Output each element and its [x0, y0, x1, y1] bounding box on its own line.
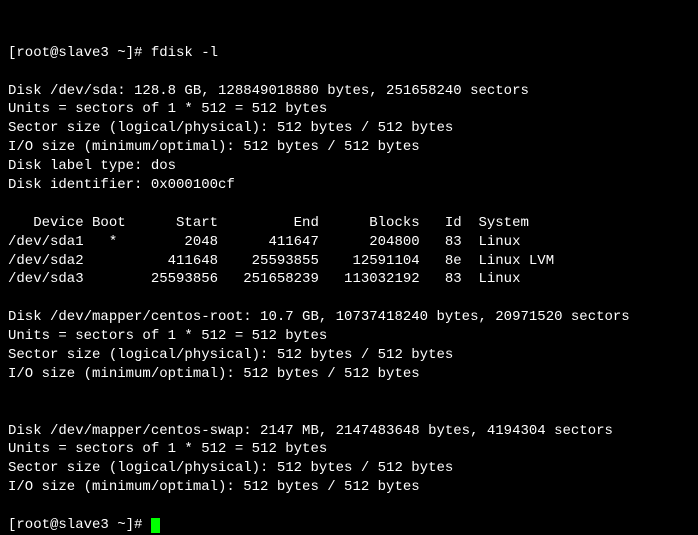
shell-prompt: [root@slave3 ~]#	[8, 45, 151, 61]
disk-root-io: I/O size (minimum/optimal): 512 bytes / …	[8, 366, 420, 382]
disk-sda-ident: Disk identifier: 0x000100cf	[8, 177, 235, 193]
prompt-line-2[interactable]: [root@slave3 ~]#	[8, 517, 160, 533]
disk-sda-header: Disk /dev/sda: 128.8 GB, 128849018880 by…	[8, 83, 529, 99]
disk-swap-io: I/O size (minimum/optimal): 512 bytes / …	[8, 479, 420, 495]
disk-swap-header: Disk /dev/mapper/centos-swap: 2147 MB, 2…	[8, 423, 613, 439]
disk-sda-io: I/O size (minimum/optimal): 512 bytes / …	[8, 139, 420, 155]
disk-root-units: Units = sectors of 1 * 512 = 512 bytes	[8, 328, 327, 344]
prompt-line: [root@slave3 ~]# fdisk -l	[8, 45, 218, 61]
disk-swap-units: Units = sectors of 1 * 512 = 512 bytes	[8, 441, 327, 457]
partition-row-sda1: /dev/sda1 * 2048 411647 204800 83 Linux	[8, 234, 520, 250]
disk-swap-sector: Sector size (logical/physical): 512 byte…	[8, 460, 453, 476]
partition-table-header: Device Boot Start End Blocks Id System	[8, 215, 529, 231]
disk-sda-label: Disk label type: dos	[8, 158, 176, 174]
partition-row-sda3: /dev/sda3 25593856 251658239 113032192 8…	[8, 271, 520, 287]
disk-root-header: Disk /dev/mapper/centos-root: 10.7 GB, 1…	[8, 309, 630, 325]
partition-row-sda2: /dev/sda2 411648 25593855 12591104 8e Li…	[8, 253, 554, 269]
disk-sda-sector: Sector size (logical/physical): 512 byte…	[8, 120, 453, 136]
terminal-cursor	[151, 518, 160, 533]
disk-sda-units: Units = sectors of 1 * 512 = 512 bytes	[8, 101, 327, 117]
shell-prompt: [root@slave3 ~]#	[8, 517, 151, 533]
disk-root-sector: Sector size (logical/physical): 512 byte…	[8, 347, 453, 363]
command-typed: fdisk -l	[151, 45, 218, 61]
